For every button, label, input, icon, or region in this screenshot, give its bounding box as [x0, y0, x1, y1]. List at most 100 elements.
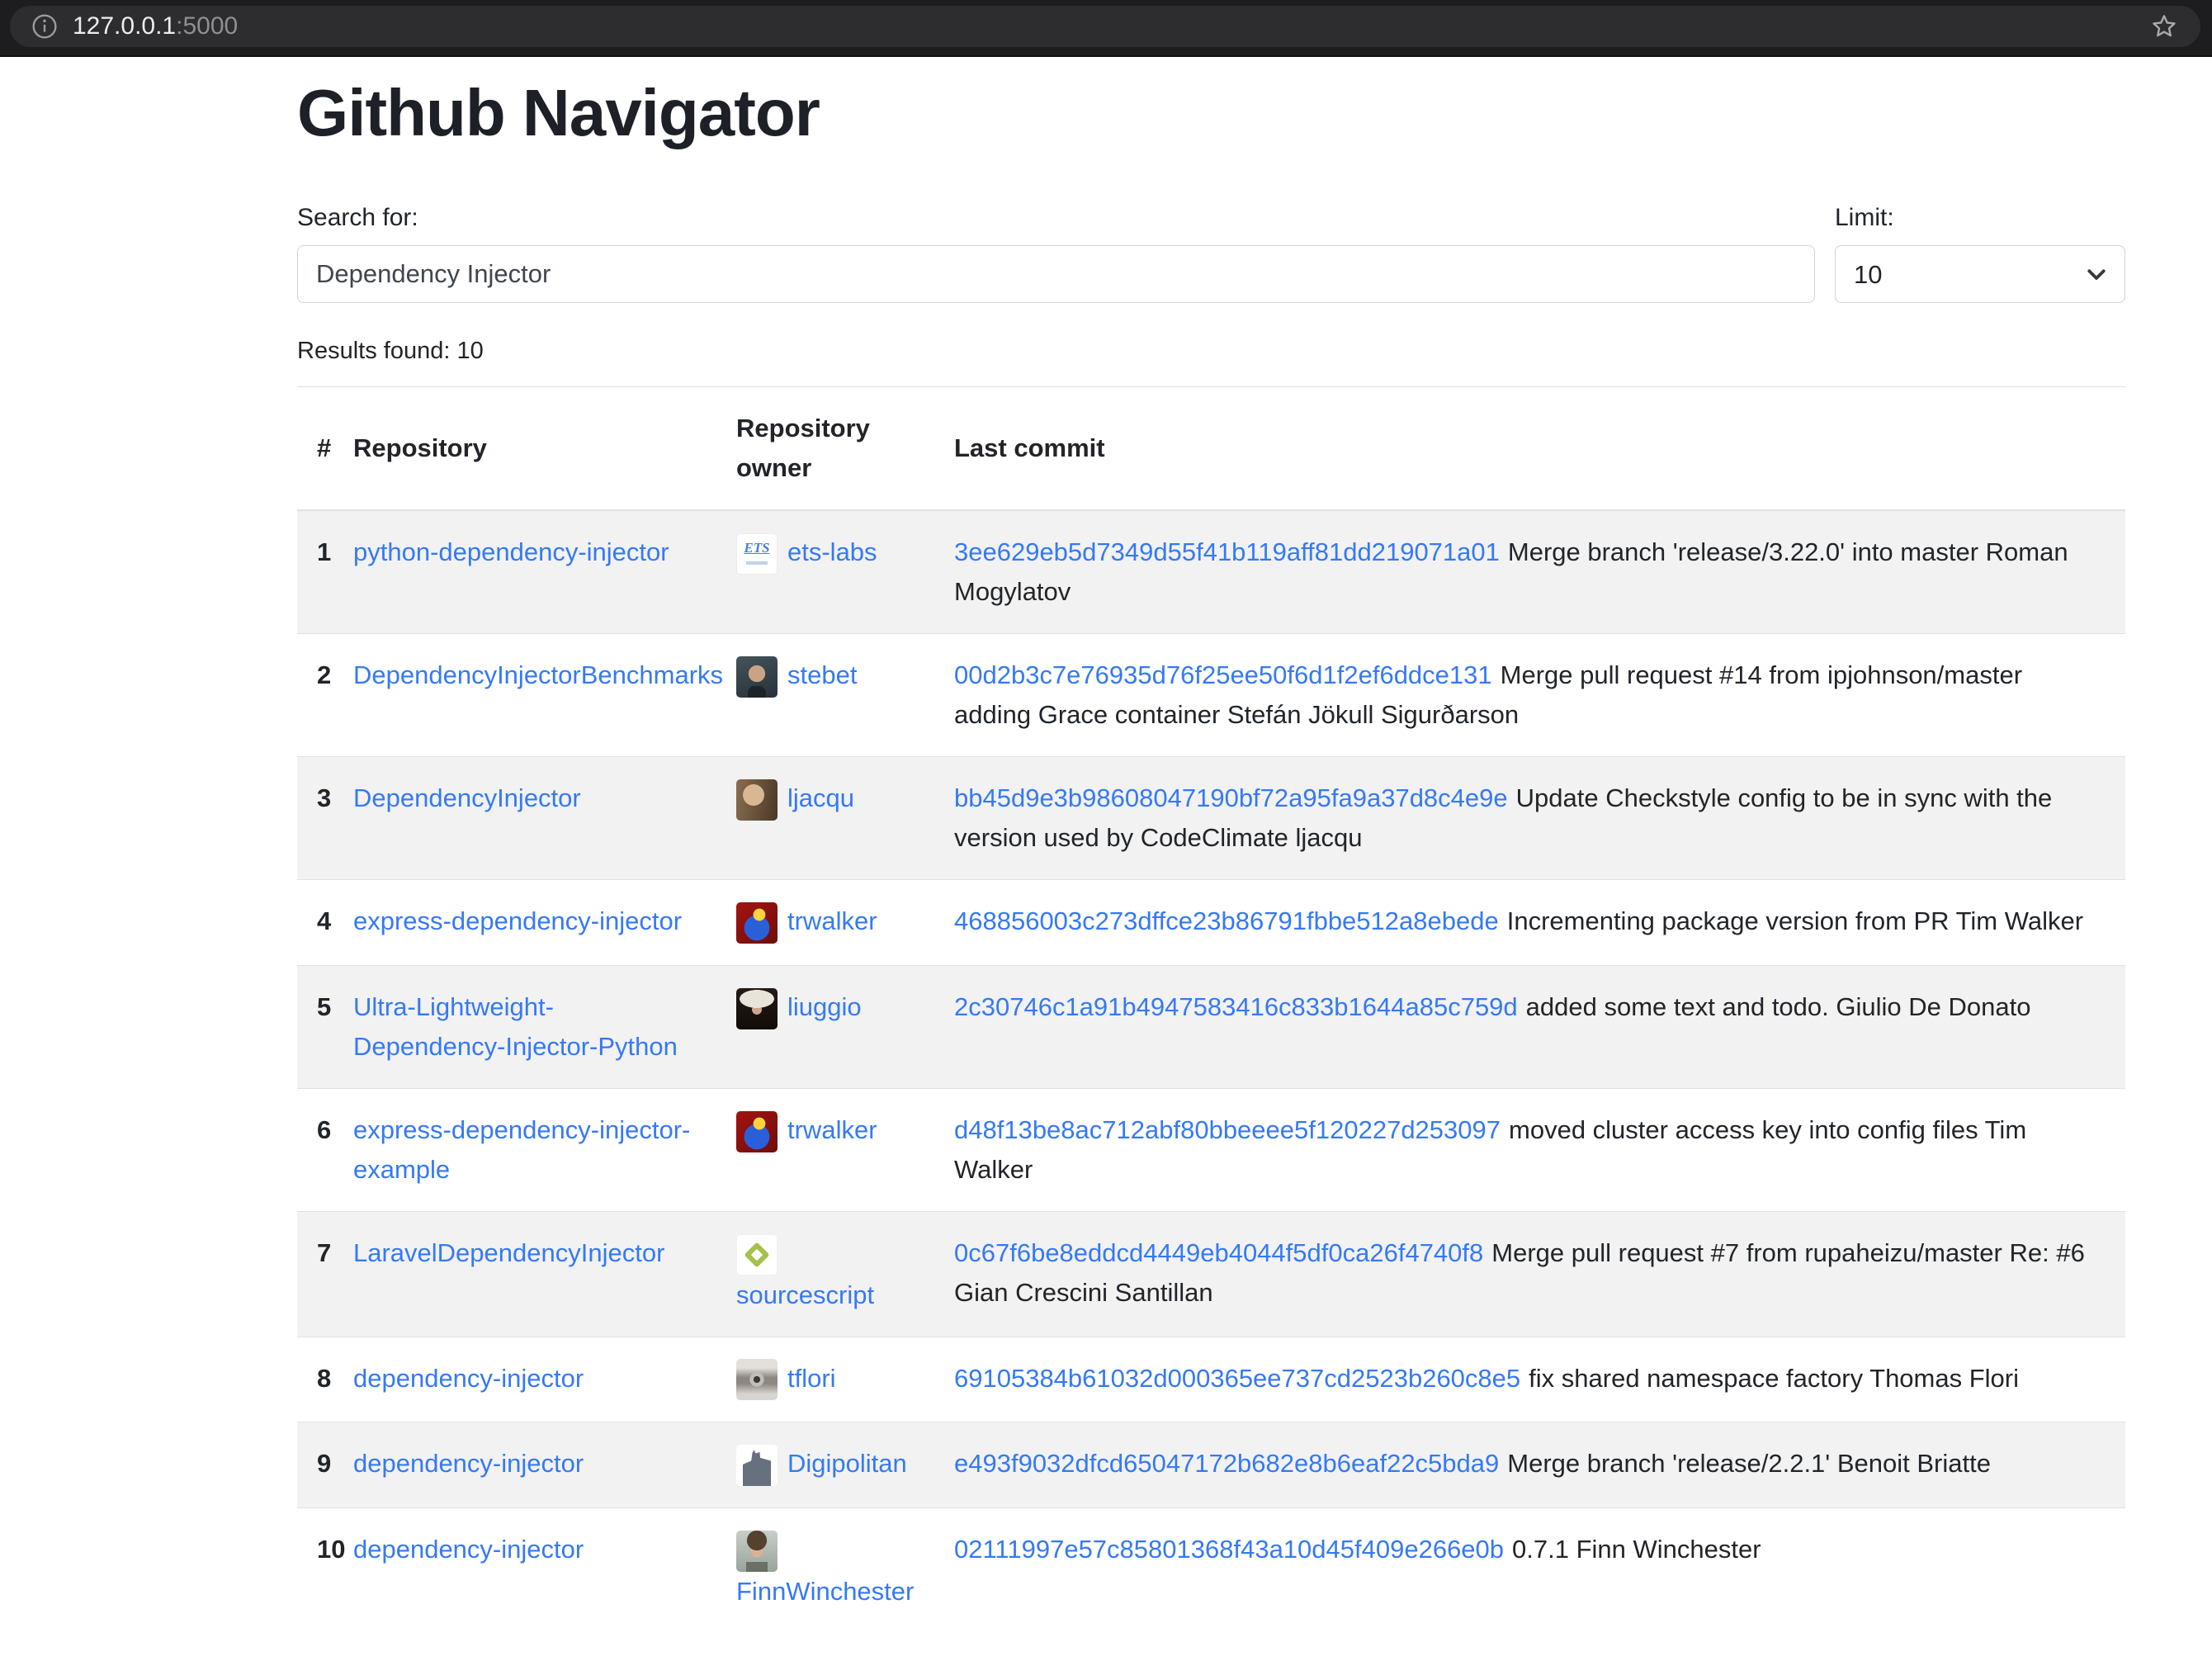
repository-cell: DependencyInjector: [333, 757, 716, 880]
col-header-last-commit: Last commit: [934, 387, 2125, 511]
owner-link[interactable]: sourcescript: [736, 1280, 874, 1309]
commit-cell: 00d2b3c7e76935d76f25ee50f6d1f2ef6ddce131…: [934, 634, 2125, 757]
commit-message: Merge branch 'release/2.2.1' Benoit Bria…: [1507, 1449, 1991, 1478]
repository-link[interactable]: express-dependency-injector: [353, 906, 682, 935]
owner-avatar-tflori: [736, 1359, 778, 1400]
owner-cell: Digipolitan: [716, 1422, 934, 1508]
owner-link[interactable]: stebet: [787, 660, 857, 689]
commit-cell: 3ee629eb5d7349d55f41b119aff81dd219071a01…: [934, 510, 2125, 634]
row-number: 9: [297, 1422, 333, 1508]
owner-link[interactable]: Digipolitan: [787, 1449, 907, 1478]
info-icon[interactable]: [31, 13, 58, 40]
repository-link[interactable]: LaravelDependencyInjector: [353, 1238, 664, 1267]
commit-cell: e493f9032dfcd65047172b682e8b6eaf22c5bda9…: [934, 1422, 2125, 1508]
owner-link[interactable]: tflori: [787, 1364, 836, 1393]
col-header-repository: Repository: [333, 387, 716, 511]
repository-link[interactable]: dependency-injector: [353, 1449, 584, 1478]
limit-select[interactable]: 10: [1835, 245, 2125, 303]
repository-cell: LaravelDependencyInjector: [333, 1211, 716, 1337]
row-number: 7: [297, 1211, 333, 1337]
owner-avatar-trwalker: [736, 902, 778, 944]
owner-cell: trwalker: [716, 1088, 934, 1211]
repository-cell: dependency-injector: [333, 1337, 716, 1422]
repository-link[interactable]: python-dependency-injector: [353, 537, 669, 566]
owner-avatar-ljacqu: [736, 779, 778, 821]
owner-cell: tflori: [716, 1337, 934, 1422]
repository-cell: dependency-injector: [333, 1508, 716, 1633]
row-number: 5: [297, 965, 333, 1088]
owner-cell: ets-labs: [716, 510, 934, 634]
table-row: 1 python-dependency-injector ets-labs 3e…: [297, 510, 2125, 634]
commit-hash-link[interactable]: 468856003c273dffce23b86791fbbe512a8ebede: [954, 906, 1499, 935]
owner-cell: sourcescript: [716, 1211, 934, 1337]
owner-link[interactable]: liuggio: [787, 992, 862, 1021]
col-header-number: #: [297, 387, 333, 511]
commit-cell: bb45d9e3b98608047190bf72a95fa9a37d8c4e9e…: [934, 757, 2125, 880]
commit-hash-link[interactable]: 3ee629eb5d7349d55f41b119aff81dd219071a01: [954, 537, 1500, 566]
table-row: 3 DependencyInjector ljacqu bb45d9e3b986…: [297, 757, 2125, 880]
table-row: 5 Ultra-Lightweight-Dependency-Injector-…: [297, 965, 2125, 1088]
table-row: 4 express-dependency-injector trwalker 4…: [297, 880, 2125, 966]
owner-link[interactable]: trwalker: [787, 906, 877, 935]
owner-cell: trwalker: [716, 880, 934, 966]
commit-hash-link[interactable]: bb45d9e3b98608047190bf72a95fa9a37d8c4e9e: [954, 783, 1508, 812]
owner-avatar-sourcescript: [736, 1234, 778, 1275]
commit-hash-link[interactable]: 0c67f6be8eddcd4449eb4044f5df0ca26f4740f8: [954, 1238, 1483, 1267]
commit-message: added some text and todo. Giulio De Dona…: [1526, 992, 2031, 1021]
repository-cell: express-dependency-injector: [333, 880, 716, 966]
commit-message: fix shared namespace factory Thomas Flor…: [1529, 1364, 2019, 1393]
repository-cell: express-dependency-injector-example: [333, 1088, 716, 1211]
main-content: Github Navigator Search for: Limit: 10 R…: [297, 75, 2125, 1633]
commit-hash-link[interactable]: 69105384b61032d000365ee737cd2523b260c8e5: [954, 1364, 1520, 1393]
col-header-owner: Repository owner: [716, 387, 934, 511]
owner-avatar-ets: [736, 533, 778, 575]
search-form: Search for: Limit: 10: [297, 204, 2125, 303]
commit-cell: 69105384b61032d000365ee737cd2523b260c8e5…: [934, 1337, 2125, 1422]
repository-link[interactable]: dependency-injector: [353, 1364, 584, 1393]
commit-hash-link[interactable]: 00d2b3c7e76935d76f25ee50f6d1f2ef6ddce131: [954, 660, 1492, 689]
row-number: 2: [297, 634, 333, 757]
repository-link[interactable]: DependencyInjectorBenchmarks: [353, 660, 723, 689]
owner-cell: stebet: [716, 634, 934, 757]
owner-link[interactable]: FinnWinchester: [736, 1577, 914, 1606]
table-row: 9 dependency-injector Digipolitan e493f9…: [297, 1422, 2125, 1508]
commit-message: Incrementing package version from PR Tim…: [1507, 906, 2083, 935]
owner-link[interactable]: ljacqu: [787, 783, 854, 812]
table-row: 2 DependencyInjectorBenchmarks stebet 00…: [297, 634, 2125, 757]
repository-link[interactable]: Ultra-Lightweight-Dependency-Injector-Py…: [353, 992, 678, 1061]
address-bar[interactable]: 127.0.0.1:5000: [10, 6, 2200, 47]
row-number: 10: [297, 1508, 333, 1633]
browser-chrome: 127.0.0.1:5000: [0, 0, 2212, 57]
table-row: 10 dependency-injector FinnWinchester 02…: [297, 1508, 2125, 1633]
commit-message: 0.7.1 Finn Winchester: [1512, 1535, 1761, 1564]
row-number: 6: [297, 1088, 333, 1211]
row-number: 1: [297, 510, 333, 634]
commit-hash-link[interactable]: d48f13be8ac712abf80bbeeee5f120227d253097: [954, 1115, 1501, 1144]
search-label: Search for:: [297, 204, 1815, 232]
table-row: 8 dependency-injector tflori 69105384b61…: [297, 1337, 2125, 1422]
repository-link[interactable]: DependencyInjector: [353, 783, 581, 812]
repository-link[interactable]: dependency-injector: [353, 1535, 584, 1564]
repository-link[interactable]: express-dependency-injector-example: [353, 1115, 690, 1184]
row-number: 8: [297, 1337, 333, 1422]
commit-hash-link[interactable]: 02111997e57c85801368f43a10d45f409e266e0b: [954, 1535, 1504, 1564]
search-input[interactable]: [297, 245, 1815, 303]
table-row: 6 express-dependency-injector-example tr…: [297, 1088, 2125, 1211]
row-number: 3: [297, 757, 333, 880]
owner-avatar-stebet: [736, 656, 778, 698]
owner-link[interactable]: trwalker: [787, 1115, 877, 1144]
owner-link[interactable]: ets-labs: [787, 537, 877, 566]
search-field-group: Search for:: [297, 204, 1815, 303]
results-count: Results found: 10: [297, 338, 2125, 365]
owner-cell: liuggio: [716, 965, 934, 1088]
commit-hash-link[interactable]: 2c30746c1a91b4947583416c833b1644a85c759d: [954, 992, 1518, 1021]
commit-cell: 02111997e57c85801368f43a10d45f409e266e0b…: [934, 1508, 2125, 1633]
limit-label: Limit:: [1835, 204, 2125, 232]
repository-cell: Ultra-Lightweight-Dependency-Injector-Py…: [333, 965, 716, 1088]
commit-hash-link[interactable]: e493f9032dfcd65047172b682e8b6eaf22c5bda9: [954, 1449, 1499, 1478]
owner-cell: FinnWinchester: [716, 1508, 934, 1633]
commit-cell: 0c67f6be8eddcd4449eb4044f5df0ca26f4740f8…: [934, 1211, 2125, 1337]
bookmark-star-icon[interactable]: [2149, 12, 2179, 41]
page-title: Github Navigator: [297, 75, 2125, 151]
owner-avatar-digipolitan: [736, 1445, 778, 1486]
